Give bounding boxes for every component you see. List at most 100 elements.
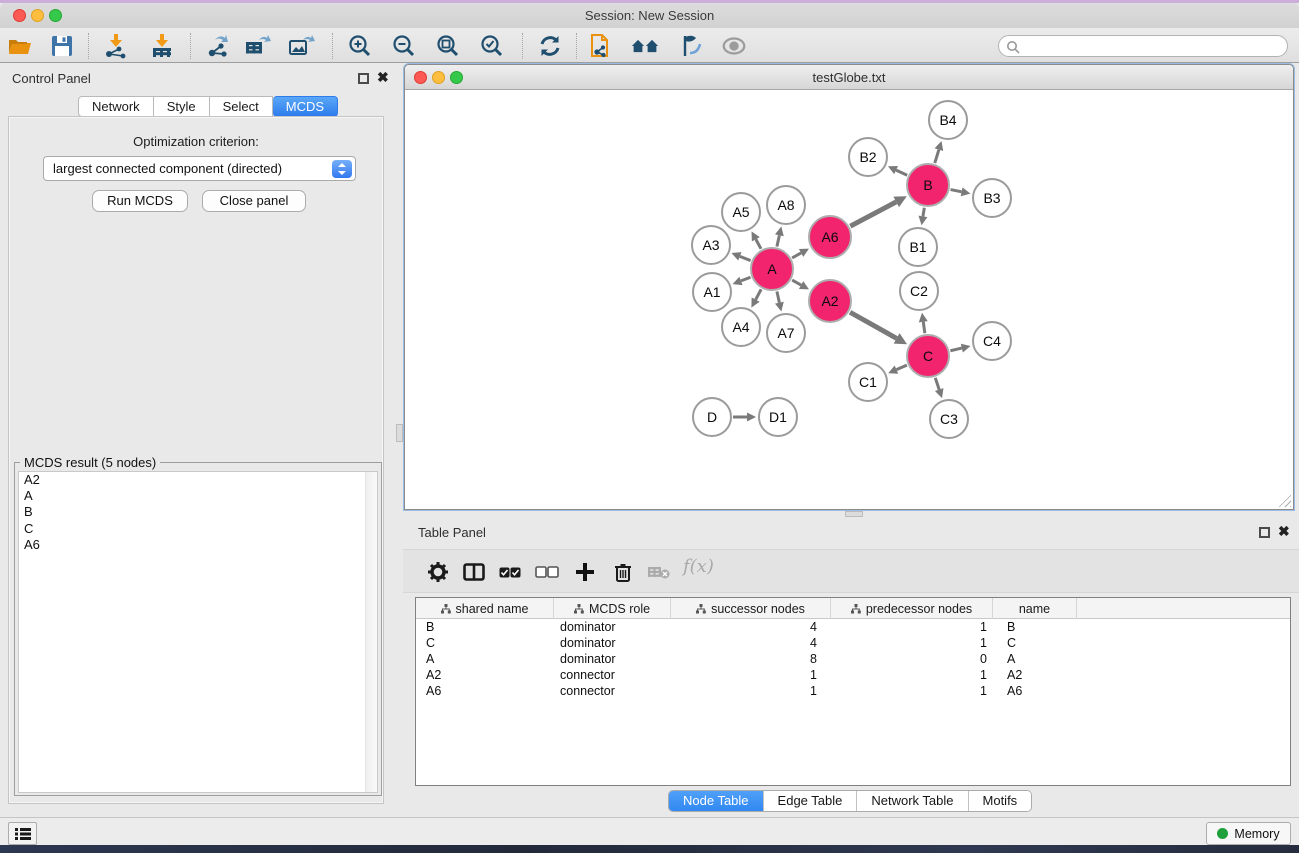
edge-C-C2[interactable] <box>923 322 925 334</box>
cell-name[interactable]: B <box>993 619 1077 635</box>
mcds-result-item[interactable]: B <box>19 504 377 520</box>
column-header-predecessor-nodes[interactable]: predecessor nodes <box>831 598 993 619</box>
table-row[interactable]: Bdominator41B <box>416 619 1290 635</box>
edge-C-C1[interactable] <box>896 365 906 370</box>
export-network-icon[interactable] <box>204 32 232 60</box>
cell-predecessor-nodes[interactable]: 1 <box>831 619 993 635</box>
save-session-icon[interactable] <box>48 32 76 60</box>
edge-A-A6[interactable] <box>792 253 801 258</box>
node-D[interactable]: D <box>692 397 732 437</box>
column-header-successor-nodes[interactable]: successor nodes <box>671 598 831 619</box>
column-header-shared-name[interactable]: shared name <box>416 598 554 619</box>
task-history-button[interactable] <box>8 822 37 845</box>
column-header-name[interactable]: name <box>993 598 1077 619</box>
cell-MCDS-role[interactable]: dominator <box>554 635 671 651</box>
node-A7[interactable]: A7 <box>766 313 806 353</box>
tab-motifs[interactable]: Motifs <box>969 791 1032 812</box>
network-canvas[interactable]: B4B2BB3A5A8A6B1A3AC2A1A2A4A7C4CC1C3DD1 <box>405 90 1293 509</box>
table-close-panel-icon[interactable]: ✖ <box>1278 526 1290 537</box>
tab-network[interactable]: Network <box>78 96 154 117</box>
vertical-splitter-handle[interactable] <box>396 424 403 442</box>
node-B1[interactable]: B1 <box>898 227 938 267</box>
node-C3[interactable]: C3 <box>929 399 969 439</box>
network-minimize-traffic-light[interactable] <box>432 71 445 84</box>
cell-MCDS-role[interactable]: connector <box>554 667 671 683</box>
edge-A-A5[interactable] <box>756 239 761 249</box>
cell-name[interactable]: A <box>993 651 1077 667</box>
zoom-out-icon[interactable] <box>390 32 418 60</box>
table-row[interactable]: A2connector11A2 <box>416 667 1290 683</box>
edge-A-A2[interactable] <box>792 280 801 285</box>
mcds-result-item[interactable]: C <box>19 521 377 537</box>
cell-shared-name[interactable]: C <box>416 635 554 651</box>
edge-A-A1[interactable] <box>741 277 751 281</box>
refresh-icon[interactable] <box>536 32 564 60</box>
table-float-panel-icon[interactable] <box>1259 527 1270 538</box>
cell-successor-nodes[interactable]: 1 <box>671 667 831 683</box>
node-C2[interactable]: C2 <box>899 271 939 311</box>
mcds-result-item[interactable]: A <box>19 488 377 504</box>
open-file-icon[interactable] <box>6 32 34 60</box>
tab-select[interactable]: Select <box>210 96 273 117</box>
export-table-icon[interactable] <box>244 32 272 60</box>
edge-A-A8[interactable] <box>777 235 779 246</box>
node-A3[interactable]: A3 <box>691 225 731 265</box>
edge-B-B1[interactable] <box>923 208 924 217</box>
delete-table-icon[interactable] <box>646 559 672 585</box>
split-view-icon[interactable] <box>461 559 487 585</box>
edge-C-C4[interactable] <box>950 348 961 351</box>
node-D1[interactable]: D1 <box>758 397 798 437</box>
search-input[interactable] <box>998 35 1288 57</box>
node-C[interactable]: C <box>906 334 950 378</box>
cell-successor-nodes[interactable]: 4 <box>671 619 831 635</box>
edge-A6-B[interactable] <box>850 202 896 226</box>
cell-name[interactable]: C <box>993 635 1077 651</box>
tab-node-table[interactable]: Node Table <box>669 791 764 812</box>
cell-shared-name[interactable]: A <box>416 651 554 667</box>
dropdown-stepper-icon[interactable] <box>332 160 352 178</box>
edge-B-B2[interactable] <box>896 170 907 175</box>
new-network-file-icon[interactable] <box>588 32 616 60</box>
zoom-in-icon[interactable] <box>346 32 374 60</box>
node-A8[interactable]: A8 <box>766 185 806 225</box>
edge-C-C3[interactable] <box>935 378 939 390</box>
cell-shared-name[interactable]: A2 <box>416 667 554 683</box>
close-panel-icon[interactable]: ✖ <box>377 72 389 83</box>
node-B2[interactable]: B2 <box>848 137 888 177</box>
node-A1[interactable]: A1 <box>692 272 732 312</box>
function-builder-icon[interactable]: f(x) <box>683 556 714 577</box>
optimization-criterion-dropdown[interactable]: largest connected component (directed) <box>43 156 356 181</box>
memory-button[interactable]: Memory <box>1206 822 1291 845</box>
horizontal-splitter-handle[interactable] <box>845 511 863 517</box>
toggle-graphics-icon[interactable] <box>676 32 704 60</box>
node-A[interactable]: A <box>750 247 794 291</box>
network-close-traffic-light[interactable] <box>414 71 427 84</box>
mcds-result-item[interactable]: A6 <box>19 537 377 553</box>
select-all-checkboxes-icon[interactable] <box>497 559 523 585</box>
cell-name[interactable]: A6 <box>993 683 1077 699</box>
close-traffic-light[interactable] <box>13 9 26 22</box>
tab-edge-table[interactable]: Edge Table <box>764 791 858 812</box>
mcds-result-list[interactable]: A2ABCA6 <box>18 471 378 793</box>
cell-shared-name[interactable]: A6 <box>416 683 554 699</box>
trash-icon[interactable] <box>610 559 636 585</box>
edge-B-B4[interactable] <box>935 150 939 163</box>
node-A6[interactable]: A6 <box>808 215 852 259</box>
cell-MCDS-role[interactable]: dominator <box>554 619 671 635</box>
cell-predecessor-nodes[interactable]: 1 <box>831 667 993 683</box>
tab-network-table[interactable]: Network Table <box>857 791 968 812</box>
edge-B-B3[interactable] <box>951 190 962 192</box>
cell-successor-nodes[interactable]: 4 <box>671 635 831 651</box>
node-B[interactable]: B <box>906 163 950 207</box>
cell-MCDS-role[interactable]: dominator <box>554 651 671 667</box>
cell-predecessor-nodes[interactable]: 1 <box>831 635 993 651</box>
node-A2[interactable]: A2 <box>808 279 852 323</box>
table-row[interactable]: Adominator80A <box>416 651 1290 667</box>
zoom-traffic-light[interactable] <box>49 9 62 22</box>
zoom-fit-icon[interactable] <box>434 32 462 60</box>
edge-A2-C[interactable] <box>850 312 897 338</box>
mcds-result-item[interactable]: A2 <box>19 472 377 488</box>
home-pair-icon[interactable] <box>631 32 659 60</box>
node-B4[interactable]: B4 <box>928 100 968 140</box>
node-C1[interactable]: C1 <box>848 362 888 402</box>
